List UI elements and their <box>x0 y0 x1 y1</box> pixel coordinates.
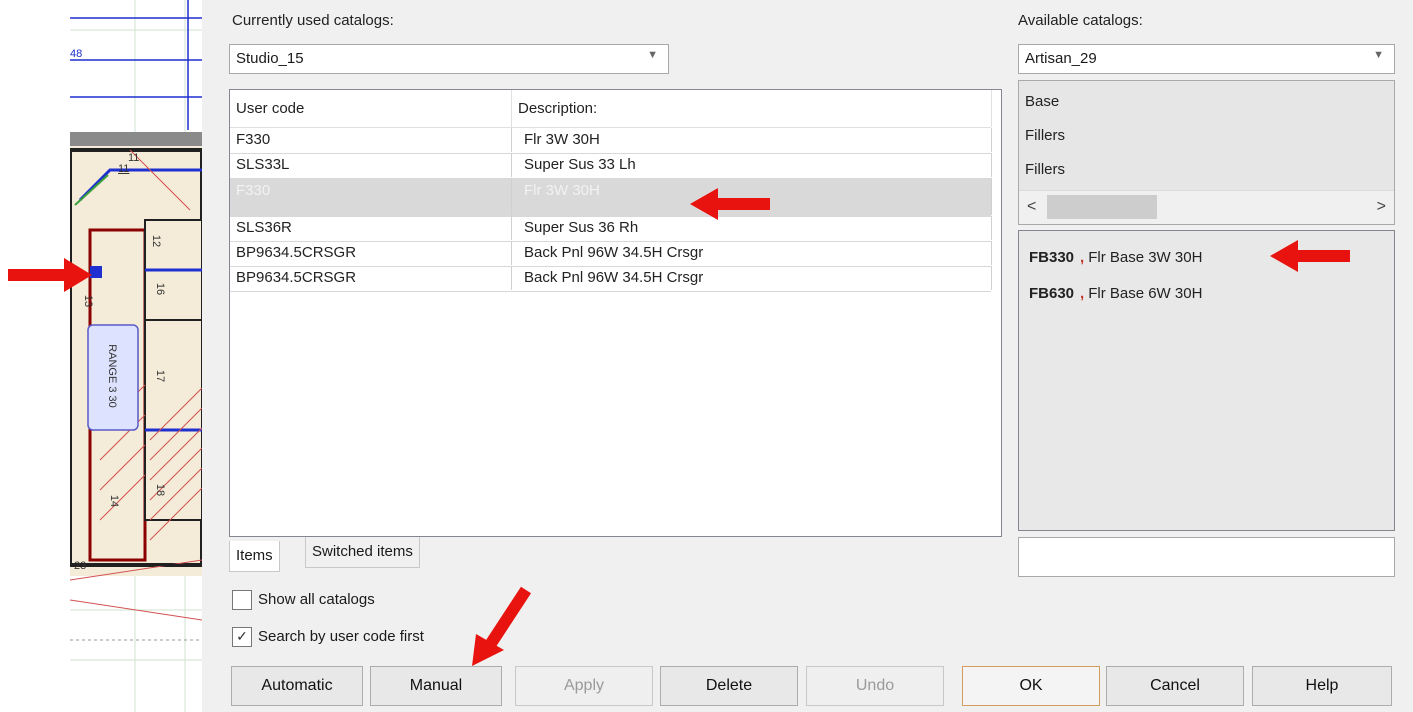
available-catalogs-label: Available catalogs: <box>1018 12 1143 29</box>
apply-button-label: Apply <box>563 677 605 694</box>
tab-items[interactable]: Items <box>229 541 280 572</box>
table-row-selected[interactable]: F330 Flr 3W 30H <box>230 178 992 217</box>
list-item-fillers[interactable]: Fillers <box>1025 119 1065 153</box>
floor-plan-drawing <box>70 0 202 712</box>
cell-user-code: BP9634.5CRSGR <box>230 266 512 290</box>
help-button[interactable]: Help <box>1252 666 1392 706</box>
delete-button[interactable]: Delete <box>660 666 798 706</box>
result-code: FB330 <box>1029 249 1075 266</box>
help-button-label: Help <box>1305 677 1339 694</box>
cabinet-label: 13 <box>82 294 95 308</box>
result-description: Flr Base 3W 30H <box>1088 249 1203 266</box>
apply-button[interactable]: Apply <box>515 666 653 706</box>
available-catalog-value: Artisan_29 <box>1025 50 1097 67</box>
cell-user-code: F330 <box>230 128 512 152</box>
cell-description: Super Sus 33 Lh <box>512 153 992 177</box>
annotation-arrow-drawing <box>8 258 92 292</box>
cabinet-label: 11 <box>128 152 140 164</box>
manual-button-label: Manual <box>409 677 463 694</box>
result-code: FB630 <box>1029 285 1075 302</box>
catalog-results-list[interactable]: FB330, Flr Base 3W 30H FB630, Flr Base 6W … <box>1018 230 1395 531</box>
floor-plan-canvas[interactable]: 48 11 11 12 13 16 17 18 14 RANGE 3 30 23 <box>70 0 202 712</box>
undo-button[interactable]: Undo <box>806 666 944 706</box>
list-item-fillers[interactable]: Fillers <box>1025 153 1065 187</box>
catalog-category-list[interactable]: Base Fillers Fillers < > <box>1018 80 1395 225</box>
table-row[interactable]: SLS33L Super Sus 33 Lh <box>230 153 992 179</box>
cell-user-code: SLS33L <box>230 153 512 177</box>
cabinet-label: 17 <box>154 369 167 383</box>
catalog-search-input[interactable] <box>1018 537 1395 577</box>
table-row[interactable]: F330 Flr 3W 30H <box>230 128 992 154</box>
cabinet-label: 14 <box>108 494 121 508</box>
table-row[interactable]: BP9634.5CRSGR Back Pnl 96W 34.5H Crsgr <box>230 241 992 267</box>
ok-button[interactable]: OK <box>962 666 1100 706</box>
annotation-arrow-row <box>690 188 770 220</box>
search-user-code-first-label: Search by user code first <box>258 628 424 645</box>
cell-user-code: SLS36R <box>230 216 512 240</box>
list-item[interactable]: FB330, Flr Base 3W 30H <box>1029 245 1202 271</box>
tab-switched-items[interactable]: Switched items <box>305 537 420 568</box>
table-row[interactable]: SLS36R Super Sus 36 Rh <box>230 216 992 242</box>
list-item-base[interactable]: Base <box>1025 85 1059 119</box>
cabinet-label: 16 <box>154 282 167 296</box>
scroll-left-icon[interactable]: < <box>1027 198 1036 216</box>
current-catalogs-label: Currently used catalogs: <box>232 12 394 29</box>
column-header-user-code[interactable]: User code <box>230 90 512 127</box>
cabinet-label: 11 <box>118 163 130 175</box>
list-item[interactable]: FB630, Flr Base 6W 30H <box>1029 281 1202 307</box>
chevron-icon: , <box>1080 249 1085 266</box>
search-user-code-first-checkbox[interactable]: ✓ <box>232 627 252 648</box>
current-catalog-select[interactable]: Studio_15 ▼ <box>229 44 669 74</box>
show-all-catalogs-option[interactable]: Show all catalogs <box>232 588 375 612</box>
manual-button[interactable]: Manual <box>370 666 502 706</box>
chevron-down-icon: ▼ <box>647 49 658 61</box>
cabinet-label: 18 <box>154 483 167 497</box>
result-description: Flr Base 6W 30H <box>1088 285 1203 302</box>
chevron-down-icon: ▼ <box>1373 49 1384 61</box>
horizontal-scrollbar[interactable]: < > <box>1019 190 1394 224</box>
table-header: User code Description: <box>230 90 992 128</box>
cell-description: Back Pnl 96W 34.5H Crsgr <box>512 266 992 290</box>
cell-user-code: BP9634.5CRSGR <box>230 241 512 265</box>
cell-description: Flr 3W 30H <box>512 128 992 152</box>
search-user-code-first-option[interactable]: ✓ Search by user code first <box>232 625 424 649</box>
table-row[interactable]: BP9634.5CRSGR Back Pnl 96W 34.5H Crsgr <box>230 266 992 292</box>
annotation-arrow-result <box>1270 240 1350 272</box>
automatic-button-label: Automatic <box>261 677 333 694</box>
available-catalog-select[interactable]: Artisan_29 ▼ <box>1018 44 1395 74</box>
automatic-button[interactable]: Automatic <box>231 666 363 706</box>
cell-description: Back Pnl 96W 34.5H Crsgr <box>512 241 992 265</box>
tab-strip: Items Switched items <box>229 537 1002 573</box>
scroll-right-icon[interactable]: > <box>1377 198 1386 216</box>
range-label: RANGE 3 30 <box>106 344 118 408</box>
cancel-button[interactable]: Cancel <box>1106 666 1244 706</box>
cancel-button-label: Cancel <box>1150 677 1200 694</box>
bottom-dimension-label: 23 <box>74 560 87 572</box>
annotation-arrow-manual <box>472 586 532 666</box>
cell-user-code: F330 <box>230 178 512 215</box>
show-all-catalogs-checkbox[interactable] <box>232 590 252 611</box>
items-table[interactable]: User code Description: F330 Flr 3W 30H S… <box>229 89 1002 537</box>
delete-button-label: Delete <box>705 677 753 694</box>
scrollbar-thumb[interactable] <box>1047 195 1157 219</box>
ok-button-label: OK <box>1019 677 1043 694</box>
cabinet-label: 12 <box>150 234 163 248</box>
chevron-icon: , <box>1080 285 1085 302</box>
undo-button-label: Undo <box>855 677 895 694</box>
dimension-label: 48 <box>70 48 83 60</box>
current-catalog-value: Studio_15 <box>236 50 304 67</box>
show-all-catalogs-label: Show all catalogs <box>258 591 375 608</box>
column-header-description[interactable]: Description: <box>512 90 992 127</box>
